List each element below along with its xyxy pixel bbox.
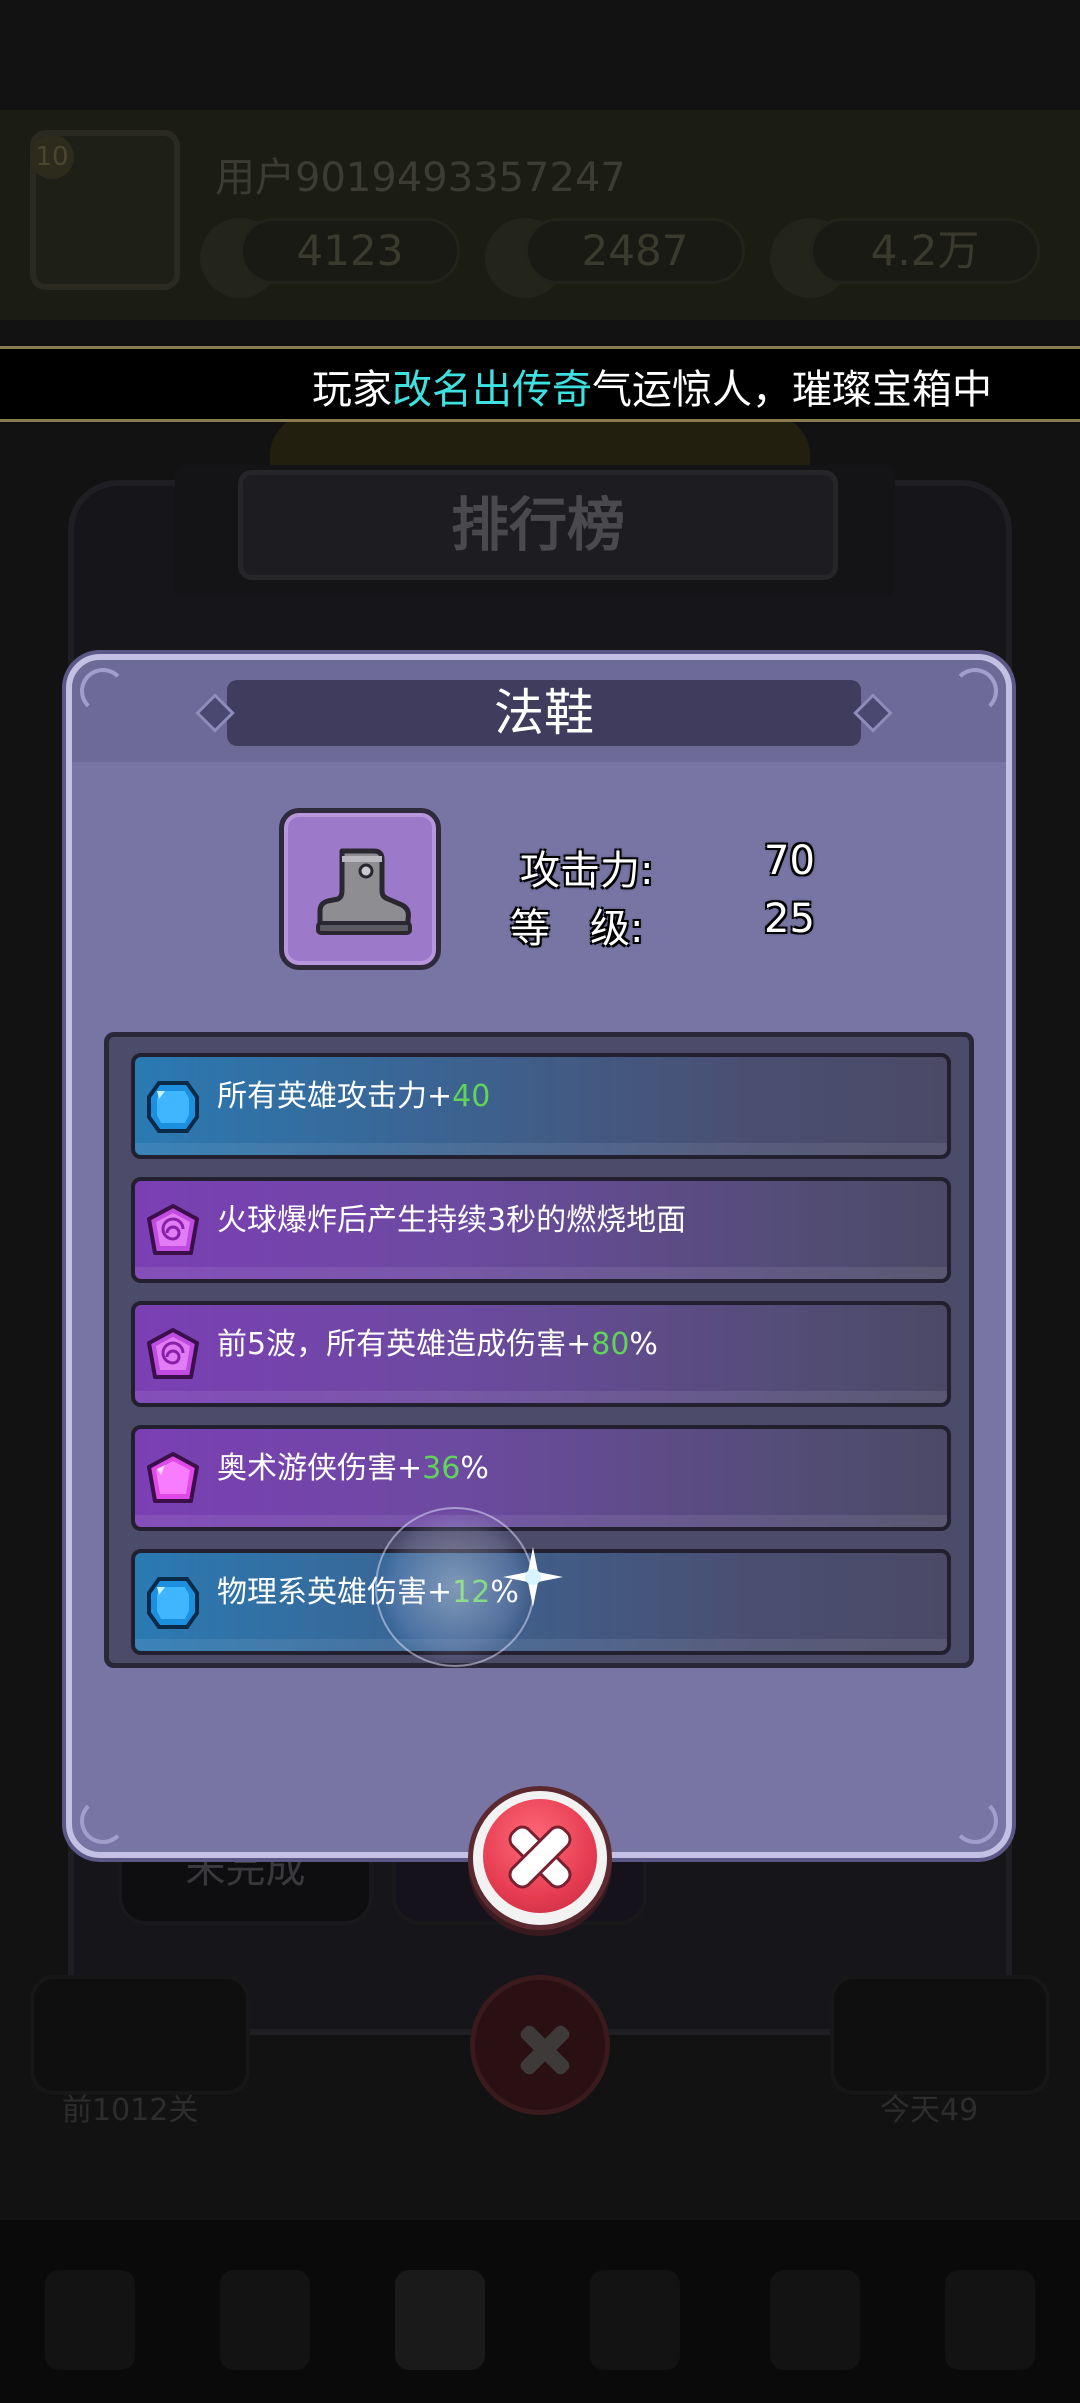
attack-label: 攻击力: xyxy=(520,848,654,894)
side-label-right: 今天49 xyxy=(880,2093,979,2128)
bottom-nav xyxy=(0,2220,1080,2403)
nav-heroes-icon xyxy=(220,2270,310,2370)
title-bar: 法鞋 xyxy=(227,680,861,746)
nav-shop-icon xyxy=(45,2270,135,2370)
attack-value: 70 xyxy=(764,838,815,884)
level-label: 等 级: xyxy=(510,906,644,952)
announcement-text: 玩家改名出传奇气运惊人，璀璨宝箱中 xyxy=(312,357,992,415)
affix-row: 火球爆炸后产生持续3秒的燃烧地面 xyxy=(131,1177,951,1283)
affix-row: 前5波，所有英雄造成伤害+80% xyxy=(131,1301,951,1407)
resource-counter: 4.2万 xyxy=(810,218,1040,284)
affix-text: 奥术游侠伤害+36% xyxy=(217,1451,489,1486)
purple-gem-icon xyxy=(147,1328,199,1379)
corner-ornament-icon xyxy=(80,1798,126,1844)
affix-row: 所有英雄攻击力+40 xyxy=(131,1053,951,1159)
affix-text: 火球爆炸后产生持续3秒的燃烧地面 xyxy=(217,1203,687,1238)
background-close-icon xyxy=(470,1975,610,2115)
blue-gem-icon xyxy=(147,1081,199,1133)
side-label-left: 前1012关 xyxy=(62,2093,199,2128)
announcement-player-name: 改名出传奇 xyxy=(392,367,592,413)
announcement-prefix: 玩家 xyxy=(312,367,392,413)
purple-gem-icon xyxy=(147,1204,199,1255)
announcement-marquee: 玩家改名出传奇气运惊人，璀璨宝箱中 xyxy=(0,346,1080,422)
pink-gem-icon xyxy=(147,1452,199,1503)
corner-ornament-icon xyxy=(80,668,126,714)
corner-ornament-icon xyxy=(952,668,998,714)
announcement-suffix: 气运惊人，璀璨宝箱中 xyxy=(592,367,992,413)
nav-events-icon xyxy=(770,2270,860,2370)
affix-text: 所有英雄攻击力+40 xyxy=(217,1079,491,1114)
leaderboard-title: 排行榜 xyxy=(238,470,838,580)
corner-ornament-icon xyxy=(952,1798,998,1844)
player-level: 10 xyxy=(30,135,74,179)
boot-icon xyxy=(316,848,412,935)
close-icon[interactable] xyxy=(483,1799,597,1913)
item-icon-frame xyxy=(279,808,441,970)
resource-counter: 4123 xyxy=(240,218,460,284)
level-value: 25 xyxy=(764,896,815,942)
player-username: 用户9019493357247 xyxy=(215,155,626,201)
sparkle-icon xyxy=(503,1547,563,1607)
nav-more-icon xyxy=(945,2270,1035,2370)
blue-gem-icon xyxy=(147,1577,199,1629)
item-title: 法鞋 xyxy=(494,684,594,742)
affix-text: 前5波，所有英雄造成伤害+80% xyxy=(217,1327,658,1362)
resource-counter: 2487 xyxy=(525,218,745,284)
nav-guild-icon xyxy=(590,2270,680,2370)
side-card-right xyxy=(830,1975,1050,2095)
side-card-left xyxy=(30,1975,250,2095)
item-detail-modal: 法鞋 攻击力: 70 等 级: 25 所有英雄攻击力+40 火球爆炸后产生持续3… xyxy=(66,654,1012,1858)
nav-battle-icon xyxy=(395,2270,485,2370)
affix-row: 奥术游侠伤害+36% xyxy=(131,1425,951,1531)
affix-list: 所有英雄攻击力+40 火球爆炸后产生持续3秒的燃烧地面 前5波，所有英雄造成伤害… xyxy=(104,1032,974,1668)
close-button[interactable] xyxy=(468,1786,612,1930)
